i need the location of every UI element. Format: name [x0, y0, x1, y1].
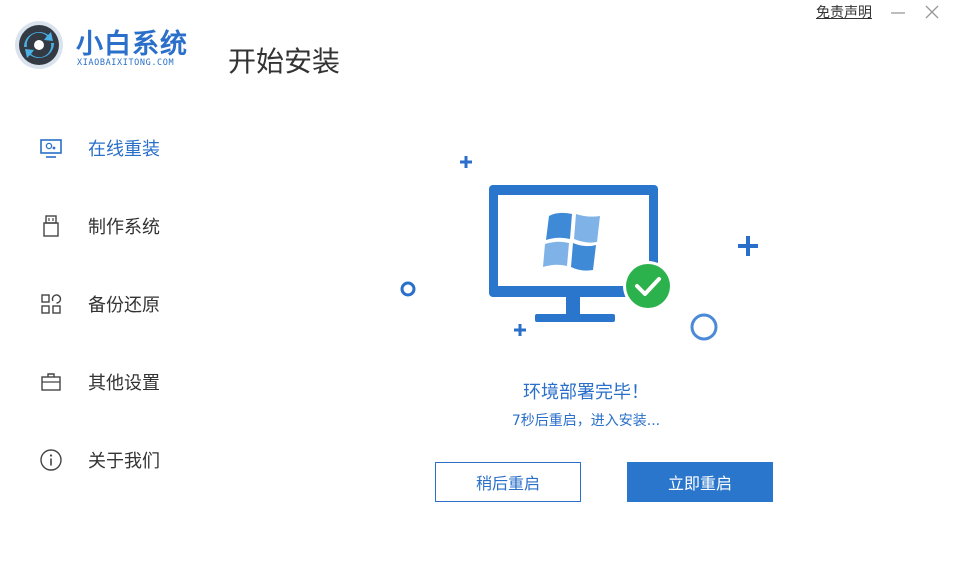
countdown-text: 7秒后重启，进入安装...: [511, 413, 661, 429]
close-icon: [925, 5, 939, 19]
ring-icon: [400, 281, 416, 297]
plus-icon: [738, 236, 758, 256]
brand-name: 小白系统: [76, 29, 188, 60]
info-icon: [38, 447, 64, 473]
sidebar-item-other-settings[interactable]: 其他设置: [38, 367, 238, 397]
usb-drive-icon: [38, 213, 64, 239]
plus-icon: [460, 156, 472, 168]
sidebar-item-make-system[interactable]: 制作系统: [38, 211, 238, 241]
sidebar-item-label: 备份还原: [88, 295, 160, 316]
sidebar-item-label: 在线重装: [88, 139, 160, 160]
grid-restore-icon: [38, 291, 64, 317]
briefcase-icon: [38, 369, 64, 395]
disclaimer-link[interactable]: 免责声明: [816, 2, 872, 22]
sidebar-item-about-us[interactable]: 关于我们: [38, 445, 238, 475]
status-title: 环境部署完毕！: [523, 382, 649, 403]
sidebar-item-online-reinstall[interactable]: 在线重装: [38, 133, 238, 163]
minimize-button[interactable]: [888, 2, 908, 22]
restart-now-button[interactable]: 立即重启: [627, 462, 773, 502]
monitor-icon: [38, 135, 64, 161]
page-title: 开始安装: [228, 45, 341, 78]
minimize-icon: [891, 12, 905, 14]
sidebar-item-label: 制作系统: [88, 217, 160, 238]
xiaobai-logo-icon: [15, 21, 63, 69]
check-badge-icon: [623, 261, 673, 311]
brand-subtitle: XIAOBAIXITONG.COM: [77, 58, 175, 68]
ring-icon: [690, 313, 718, 341]
sidebar-item-backup-restore[interactable]: 备份还原: [38, 289, 238, 319]
sidebar-item-label: 其他设置: [88, 373, 160, 394]
plus-icon: [514, 324, 526, 336]
install-ready-illustration: [400, 156, 758, 341]
close-button[interactable]: [922, 2, 942, 22]
sidebar-item-label: 关于我们: [88, 451, 160, 472]
restart-later-button[interactable]: 稍后重启: [435, 462, 581, 502]
